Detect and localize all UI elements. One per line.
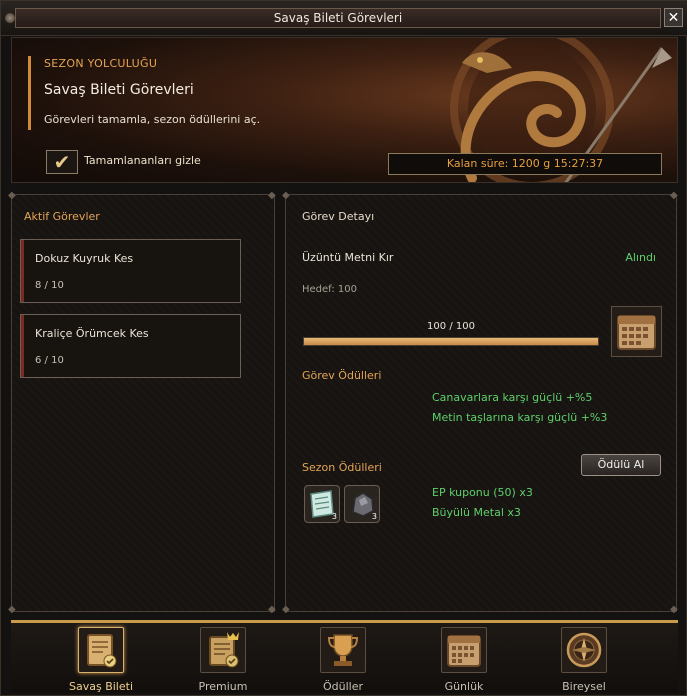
corner-ornament-icon: ◆: [670, 604, 678, 615]
season-rewards-heading: Sezon Ödülleri: [302, 461, 382, 474]
tab-label: Bireysel: [562, 680, 606, 693]
progress-bar: [303, 337, 599, 346]
season-reward-line: EP kuponu (50) x3: [432, 486, 533, 499]
quest-card[interactable]: Kraliçe Örümcek Kes 6 / 10: [20, 314, 241, 378]
corner-ornament-icon: ◆: [282, 604, 290, 615]
quest-card[interactable]: Dokuz Kuyruk Kes 8 / 10: [20, 239, 241, 303]
tab-rewards[interactable]: Ödüller: [311, 627, 375, 693]
progress-fill: [304, 338, 598, 345]
season-banner: SEZON YOLCULUĞU Savaş Bileti Görevleri G…: [11, 37, 678, 183]
battle-pass-window: Savaş Bileti Görevleri ✕ SEZON YOLCULUĞU…: [0, 0, 687, 696]
progress-text: 100 / 100: [427, 321, 475, 332]
calendar-icon: [441, 627, 487, 673]
quest-card-accent: [21, 315, 24, 377]
corner-ornament-icon: ◆: [670, 190, 678, 201]
tab-battle-pass[interactable]: Savaş Bileti: [69, 627, 133, 693]
active-quests-heading: Aktif Görevler: [24, 210, 100, 223]
corner-ornament-icon: ◆: [282, 190, 290, 201]
corner-ornament-icon: ◆: [268, 604, 276, 615]
item-count: 3: [371, 512, 377, 521]
calendar-icon: [617, 315, 656, 350]
calendar-slot[interactable]: [611, 306, 662, 357]
compass-icon: [561, 627, 607, 673]
tab-label: Ödüller: [322, 680, 363, 693]
detail-quest-name: Üzüntü Metni Kır: [302, 251, 394, 264]
magic-metal-item-slot[interactable]: 3: [344, 485, 380, 523]
title-bar[interactable]: Savaş Bileti Görevleri ✕: [1, 1, 687, 36]
scroll-check-icon: [78, 627, 124, 673]
close-button[interactable]: ✕: [664, 8, 683, 27]
tab-label: Premium: [198, 680, 248, 693]
trophy-icon: [320, 627, 366, 673]
detail-heading: Görev Detayı: [302, 210, 375, 223]
tab-label: Günlük: [444, 680, 484, 693]
quest-name: Kraliçe Örümcek Kes: [35, 327, 149, 340]
tab-daily[interactable]: Günlük: [432, 627, 496, 693]
detail-target: Hedef: 100: [302, 284, 357, 295]
tab-personal[interactable]: Bireysel: [552, 627, 616, 693]
quest-reward-line: Canavarlara karşı güçlü +%5: [432, 391, 593, 404]
hide-completed-label[interactable]: Tamamlananları gizle: [84, 154, 201, 167]
corner-ornament-icon: ◆: [8, 604, 16, 615]
close-icon: ✕: [667, 9, 680, 26]
season-label: SEZON YOLCULUĞU: [44, 57, 158, 70]
season-reward-line: Büyülü Metal x3: [432, 506, 521, 519]
quest-reward-line: Metin taşlarına karşı güçlü +%3: [432, 411, 608, 424]
banner-accent-bar: [28, 56, 31, 130]
hide-completed-checkbox[interactable]: ✔: [46, 150, 78, 174]
corner-ornament-icon: ◆: [8, 190, 16, 201]
quest-name: Dokuz Kuyruk Kes: [35, 252, 134, 265]
season-timer: Kalan süre: 1200 g 15:27:37: [388, 153, 662, 175]
quest-rewards-heading: Görev Ödülleri: [302, 369, 382, 382]
quest-progress: 8 / 10: [35, 280, 64, 291]
quest-progress: 6 / 10: [35, 355, 64, 366]
window-title: Savaş Bileti Görevleri: [273, 11, 403, 25]
corner-ornament-icon: ◆: [268, 190, 276, 201]
item-count: 3: [331, 512, 337, 521]
tab-bar: Savaş Bileti Premium Ödüller Günlük Bire…: [11, 620, 678, 693]
quest-card-accent: [21, 240, 24, 302]
season-description: Görevleri tamamla, sezon ödüllerini aç.: [44, 113, 261, 126]
checkmark-icon: ✔: [53, 150, 71, 174]
claim-reward-button[interactable]: Ödülü Al: [581, 454, 661, 476]
gem-icon: [5, 13, 15, 23]
quest-detail-panel: ◆ ◆ ◆ ◆ Görev Detayı Üzüntü Metni Kır Al…: [282, 190, 678, 615]
tab-label: Savaş Bileti: [69, 680, 133, 693]
ep-coupon-item-slot[interactable]: 3: [304, 485, 340, 523]
detail-status: Alındı: [625, 251, 656, 264]
active-quests-panel: ◆ ◆ ◆ ◆ Aktif Görevler Dokuz Kuyruk Kes …: [8, 190, 276, 615]
tab-premium[interactable]: Premium: [191, 627, 255, 693]
scroll-crown-icon: [200, 627, 246, 673]
title-frame: Savaş Bileti Görevleri: [15, 8, 661, 28]
season-title: Savaş Bileti Görevleri: [44, 82, 194, 98]
